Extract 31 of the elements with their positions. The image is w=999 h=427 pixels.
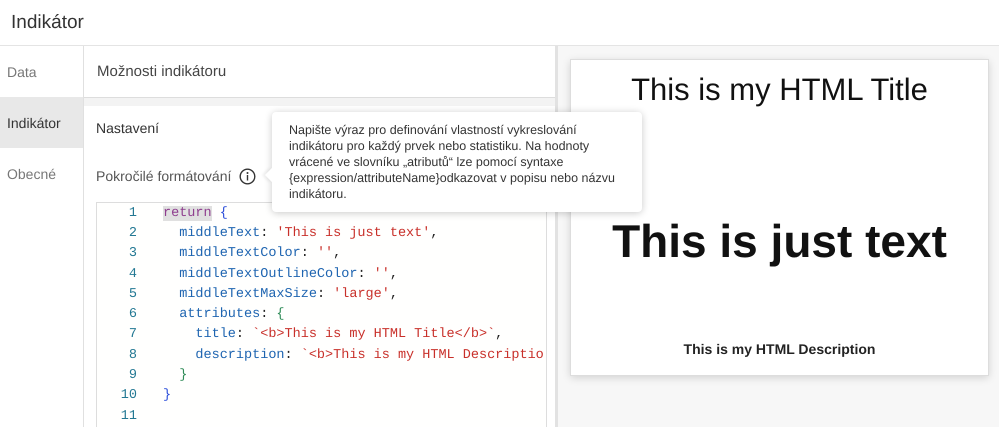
indicator-title: This is my HTML Title	[631, 72, 928, 108]
code-line: return {	[163, 206, 228, 221]
code-line: description: `<b>This is my HTML Descriptio	[194, 348, 544, 363]
info-icon[interactable]	[239, 168, 256, 184]
line-number: 8	[128, 348, 138, 363]
code-line: }	[178, 368, 188, 384]
code-line: middleTextMaxSize: 'large',	[178, 286, 398, 302]
code-line: middleTextColor: '',	[178, 246, 342, 262]
line-number: 2	[128, 226, 138, 241]
section-title: Nastavení	[96, 120, 160, 136]
line-number: 5	[128, 286, 138, 302]
line-number: 1	[128, 206, 138, 221]
line-number: 11	[120, 408, 138, 424]
tooltip: Napište výraz pro definování vlastností vykreslování indikátoru pro každý prvek nebo statistiku. Na hodnoty vrácené ve slovníku „atributů“ lze pomocí syntaxe {expression/attributeName}odkazovat v popisu nebo názvu indikátoru.	[272, 112, 642, 212]
code-line: title: `<b>This is my HTML Title</b>`,	[194, 327, 504, 342]
nav-tab[interactable]: Indikátor	[0, 97, 83, 148]
line-number: 3	[128, 246, 138, 262]
page-title: Indikátor	[11, 12, 84, 34]
code-editor[interactable]	[96, 202, 547, 427]
code-line: }	[163, 388, 172, 404]
line-number: 10	[120, 388, 138, 404]
line-number: 9	[128, 368, 138, 384]
code-line: middleTextOutlineColor: '',	[178, 266, 398, 282]
code-line: middleText: 'This is just text',	[178, 226, 438, 241]
field-label: Pokročilé formátování	[96, 168, 232, 184]
indicator-value: This is just text	[612, 214, 947, 268]
line-number: 7	[128, 327, 138, 342]
indicator-description: This is my HTML Description	[684, 341, 876, 357]
line-number: 6	[128, 307, 138, 322]
code-line: attributes: {	[178, 307, 285, 322]
line-number: 4	[128, 266, 138, 282]
